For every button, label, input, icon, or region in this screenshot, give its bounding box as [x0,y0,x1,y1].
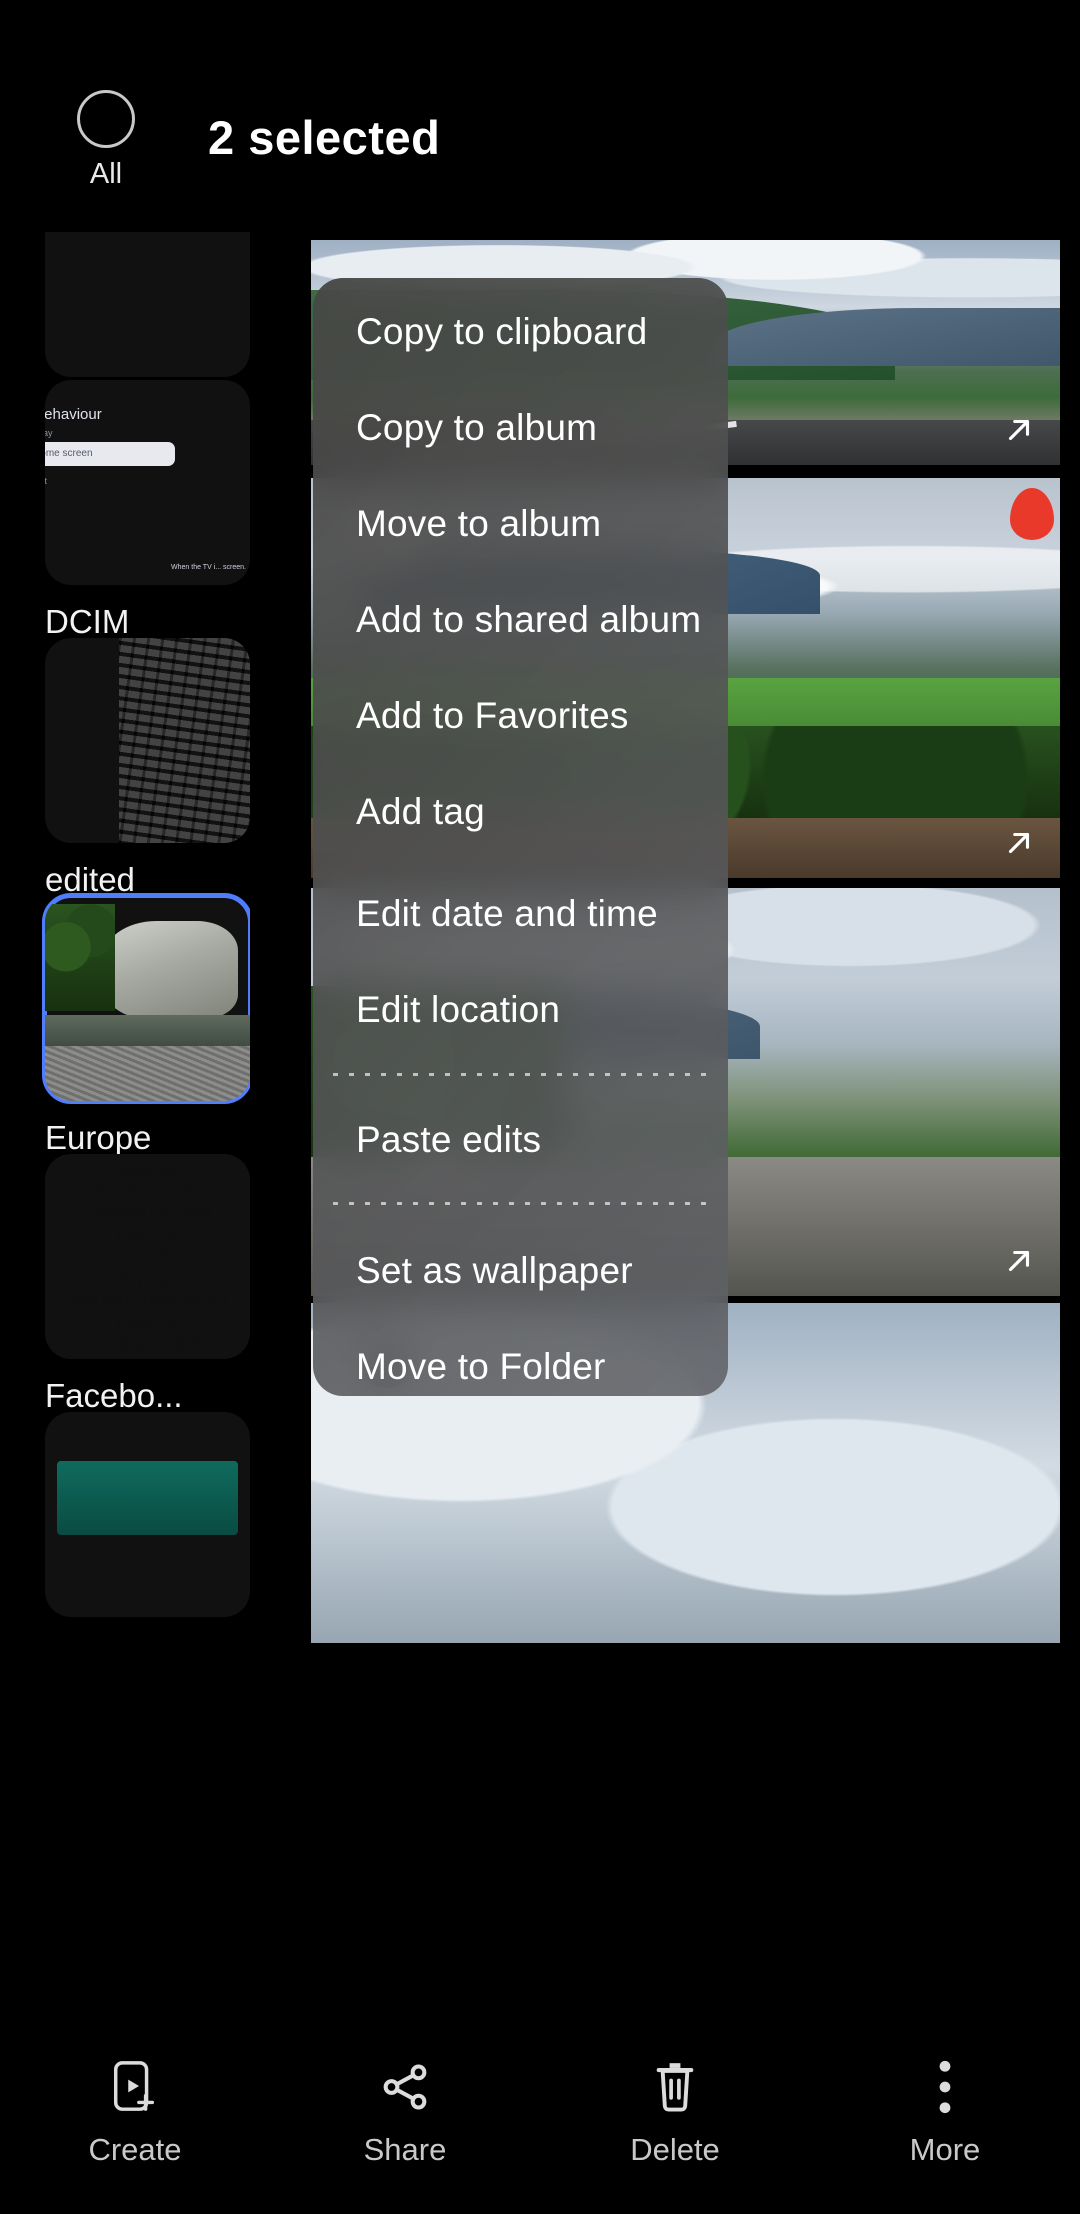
fb-line-0: Staad Pro [114,1160,181,1179]
album-name: edited [45,861,135,898]
fb-line-3: Auto Cad [114,1226,181,1245]
dcim-thumb-sub: s on display [45,428,53,438]
top-app-bar: All 2 selected [0,0,1080,225]
album-name: Europe [45,1119,152,1156]
arrow-up-right-icon[interactable] [1002,1244,1036,1278]
album-thumbnail[interactable] [42,893,250,1104]
fb-line-6: Revit AUTODESK REVIT [65,1292,230,1308]
menu-item-edit-location[interactable]: Edit location [313,962,728,1058]
menu-item-label: Add tag [356,791,485,832]
menu-item-copy-to-clipboard[interactable]: Copy to clipboard [313,284,728,380]
tree-art [45,904,115,1011]
red-marker-icon [1010,488,1054,540]
arrow-up-right-icon[interactable] [1002,413,1036,447]
fb-line-5: MS project [109,1270,186,1289]
path-art [45,1045,250,1101]
album-rail[interactable]: Canva 12 r-on behaviour s on display e T… [0,232,250,2022]
more-vertical-icon[interactable] [810,2056,1080,2118]
menu-item-copy-to-album[interactable]: Copy to album [313,380,728,476]
dcim-thumb-corner: When the TV i... screen. [171,564,246,572]
share-icon[interactable] [270,2056,540,2118]
menu-item-label: Copy to album [356,407,598,448]
circle-unchecked-icon[interactable] [77,90,135,148]
menu-item-paste-edits[interactable]: Paste edits [313,1092,728,1188]
water-art [45,1014,250,1048]
menu-item-add-tag[interactable]: Add tag [313,764,728,860]
menu-separator [333,1073,708,1076]
photos-selection-screen: All 2 selected Canva 12 r-on behaviour s… [0,0,1080,2214]
album-item-partial[interactable] [45,1412,250,1649]
menu-item-edit-date-and-time[interactable]: Edit date and time [313,866,728,962]
menu-item-label: Paste edits [356,1119,542,1160]
menu-item-label: Copy to clipboard [356,311,648,352]
arrow-up-right-icon[interactable] [1002,826,1036,860]
fb-line-8: Autodesk Civil 3D [87,1336,208,1353]
menu-item-add-to-shared-album[interactable]: Add to shared album [313,572,728,668]
menu-item-label: Add to shared album [356,599,702,640]
album-thumbnail[interactable] [45,1412,250,1617]
fb-line-4: Primavera ORACLE [84,1248,211,1264]
album-thumbnail[interactable]: Staad Pro ETABS ETABS SAP2000 SAP2000 Au… [45,1154,250,1359]
delete-label: Delete [630,2132,720,2167]
more-button[interactable]: More [810,2034,1080,2168]
menu-item-label: Edit date and time [356,893,658,934]
context-menu[interactable]: Copy to clipboard Copy to album Move to … [313,278,728,1396]
strip-art [57,1461,238,1535]
album-name: Facebo... [45,1377,183,1414]
menu-item-move-to-folder[interactable]: Move to Folder [313,1319,728,1396]
menu-separator [333,1202,708,1205]
select-all-label: All [89,158,123,190]
create-label: Create [88,2132,182,2167]
album-name: DCIM [45,603,130,640]
more-label: More [909,2132,981,2167]
fb-line-2: SAP2000 SAP2000 [84,1204,211,1221]
menu-item-label: Move to album [356,503,602,544]
dcim-thumb-field-text: e TV home screen [45,448,93,459]
rock-art [102,920,238,1019]
fb-line-1: ETABS ETABS [92,1182,203,1201]
share-label: Share [363,2132,447,2167]
bottom-action-bar: Create Share Delete More [0,2034,1080,2214]
album-thumbnail[interactable] [45,638,250,843]
create-video-icon[interactable] [0,2056,270,2118]
create-button[interactable]: Create [0,2034,270,2168]
menu-item-label: Move to Folder [356,1346,606,1387]
album-thumbnail[interactable] [45,232,250,377]
selection-count-title: 2 selected [208,111,441,164]
album-thumbnail[interactable]: r-on behaviour s on display e TV home sc… [45,380,250,585]
menu-item-label: Edit location [356,989,561,1030]
menu-item-move-to-album[interactable]: Move to album [313,476,728,572]
dcim-thumb-note: need input [45,476,48,486]
menu-item-set-as-wallpaper[interactable]: Set as wallpaper [313,1223,728,1319]
trash-icon[interactable] [540,2056,810,2118]
delete-button[interactable]: Delete [540,2034,810,2168]
building-facade-art [118,638,250,843]
share-button[interactable]: Share [270,2034,540,2168]
select-all-button[interactable]: All [68,90,144,191]
menu-item-add-to-favorites[interactable]: Add to Favorites [313,668,728,764]
menu-item-label: Set as wallpaper [356,1250,633,1291]
menu-item-label: Add to Favorites [356,695,629,736]
dcim-thumb-title: r-on behaviour [45,406,102,423]
fb-line-7: ArchiCad [114,1314,181,1333]
